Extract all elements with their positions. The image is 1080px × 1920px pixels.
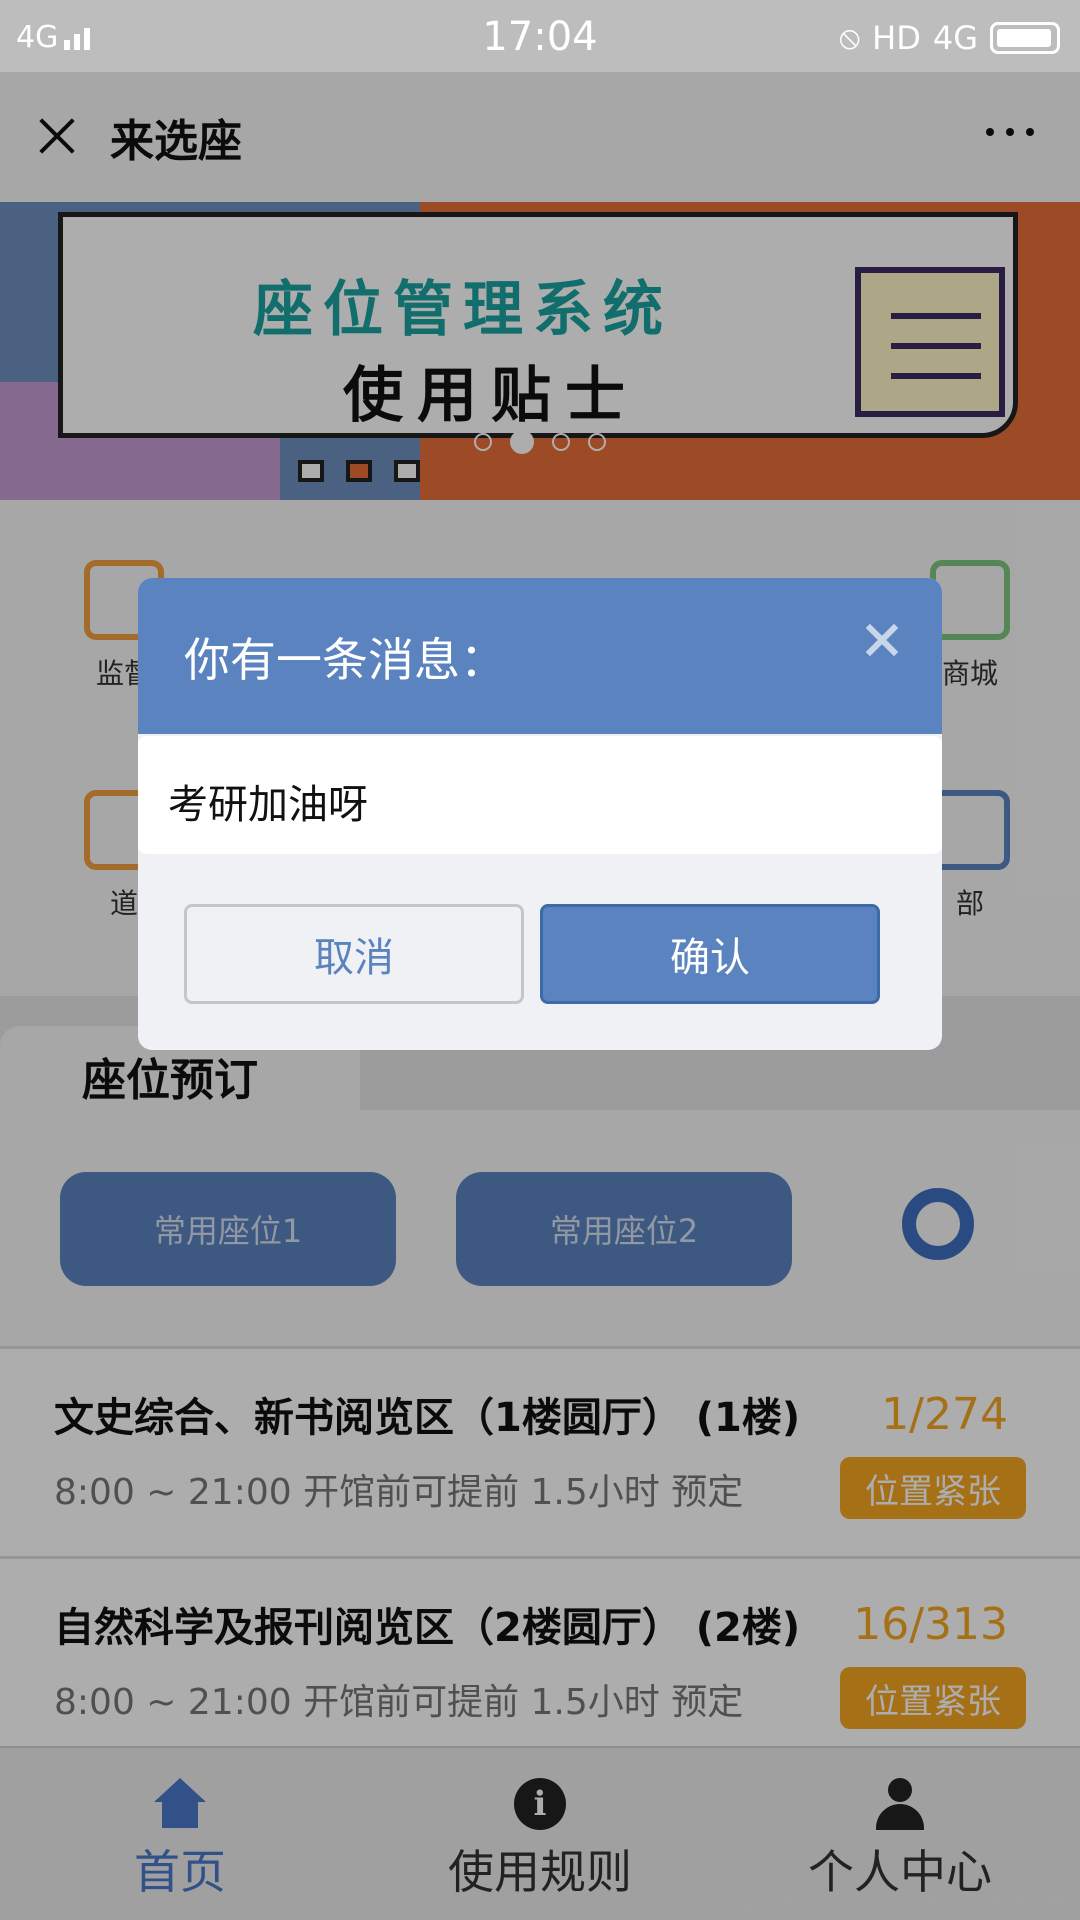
mute-icon: ⦸ [839, 18, 861, 56]
status-right: ⦸ HD 4G [839, 18, 1060, 57]
hd-label: HD [872, 18, 921, 57]
message-dialog: 你有一条消息： 考研加油呀 取消 确认 [138, 578, 942, 1050]
dialog-header: 你有一条消息： [138, 578, 942, 734]
cancel-button[interactable]: 取消 [184, 904, 524, 1004]
network-type-right: 4G [932, 18, 978, 57]
status-bar: 4G 17:04 ⦸ HD 4G [0, 0, 1080, 72]
dialog-title: 你有一条消息： [184, 633, 506, 687]
battery-icon [990, 21, 1060, 54]
close-icon[interactable] [862, 620, 902, 660]
confirm-button[interactable]: 确认 [540, 904, 880, 1004]
dialog-message: 考研加油呀 [168, 782, 368, 828]
dialog-body: 考研加油呀 [138, 736, 942, 854]
